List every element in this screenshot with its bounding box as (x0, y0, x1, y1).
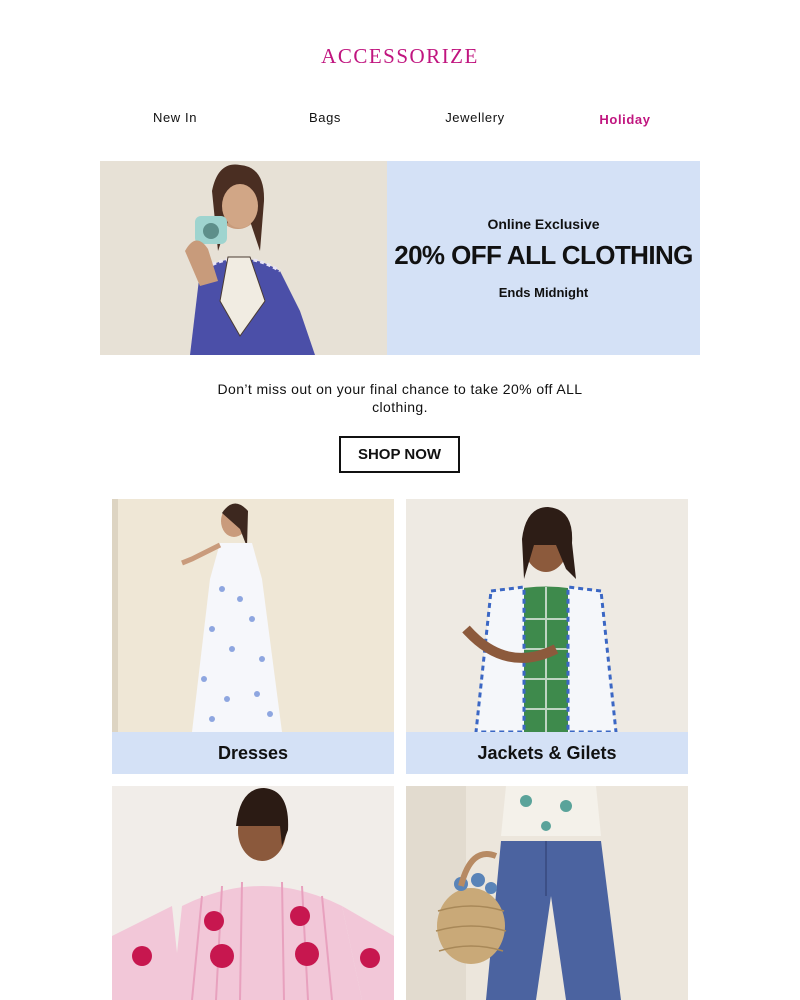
hero-text-panel: Online Exclusive 20% OFF ALL CLOTHING En… (387, 161, 700, 355)
category-3-image (112, 786, 394, 1000)
brand-logo[interactable]: ACCESSORIZE (0, 44, 800, 69)
category-tile-3[interactable] (112, 786, 394, 1000)
category-4-image (406, 786, 688, 1000)
hero-banner[interactable]: Online Exclusive 20% OFF ALL CLOTHING En… (100, 161, 700, 355)
hero-image (100, 161, 387, 355)
shop-now-button[interactable]: SHOP NOW (339, 436, 460, 473)
hero-kicker: Online Exclusive (487, 216, 600, 232)
category-tile-dresses[interactable]: Dresses (112, 499, 394, 774)
category-label-jackets-gilets: Jackets & Gilets (406, 732, 688, 774)
jackets-gilets-image (406, 499, 688, 732)
category-tile-4[interactable] (406, 786, 688, 1000)
nav-item-new-in[interactable]: New In (100, 110, 250, 127)
hero-subtitle: Ends Midnight (498, 285, 589, 300)
hero-photo-illustration (100, 161, 387, 355)
category-tile-jackets-gilets[interactable]: Jackets & Gilets (406, 499, 688, 774)
hero-title: 20% OFF ALL CLOTHING (394, 240, 693, 270)
main-nav: New In Bags Jewellery Holiday (100, 110, 700, 127)
category-label-dresses: Dresses (112, 732, 394, 774)
brand-logo-link[interactable]: ACCESSORIZE (321, 44, 479, 68)
nav-item-jewellery[interactable]: Jewellery (400, 110, 550, 127)
nav-item-bags[interactable]: Bags (250, 110, 400, 127)
dresses-image (112, 499, 394, 732)
nav-item-holiday[interactable]: Holiday (550, 112, 700, 127)
intro-text: Don’t miss out on your final chance to t… (217, 381, 583, 415)
